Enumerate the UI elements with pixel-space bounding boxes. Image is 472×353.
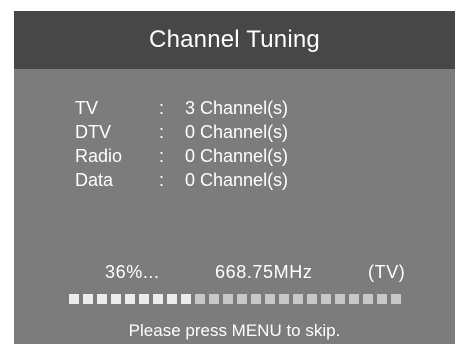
progress-segment: [209, 294, 219, 304]
progress-segment: [111, 294, 121, 304]
scan-percent: 36%...: [105, 262, 160, 282]
channel-type-label: Data: [75, 170, 114, 190]
progress-segment: [167, 294, 177, 304]
separator-colon: :: [159, 146, 165, 166]
progress-segment: [97, 294, 107, 304]
channel-count-value: 3 Channel(s): [185, 98, 289, 118]
progress-segment: [293, 294, 303, 304]
progress-segment: [363, 294, 373, 304]
progress-segment: [237, 294, 247, 304]
panel-title: Channel Tuning: [14, 11, 455, 69]
separator-colon: :: [159, 122, 165, 142]
channel-count-value: 0 Channel(s): [185, 146, 289, 166]
progress-segment: [195, 294, 205, 304]
separator-colon: :: [159, 170, 165, 190]
progress-segment: [223, 294, 233, 304]
channel-type-label: DTV: [75, 122, 111, 142]
progress-segment: [335, 294, 345, 304]
tuning-status-line: 36%... 668.75MHz (TV): [14, 260, 455, 284]
scan-progress-bar: [69, 294, 401, 304]
skip-hint: Please press MENU to skip.: [128, 321, 341, 340]
progress-segment: [139, 294, 149, 304]
progress-segment: [349, 294, 359, 304]
scan-frequency: 668.75MHz: [215, 262, 313, 282]
channel-type-label: TV: [75, 98, 99, 118]
progress-segment: [69, 294, 79, 304]
progress-segment: [181, 294, 191, 304]
progress-segment: [307, 294, 317, 304]
progress-segment: [265, 294, 275, 304]
separator-colon: :: [159, 98, 165, 118]
channel-count-value: 0 Channel(s): [185, 170, 289, 190]
channel-tuning-panel: Channel Tuning TV : 3 Channel(s) DTV : 0…: [14, 11, 455, 344]
scan-signal-type: (TV): [368, 262, 406, 282]
channel-count-value: 0 Channel(s): [185, 122, 289, 142]
channel-type-label: Radio: [75, 146, 123, 166]
progress-segment: [377, 294, 387, 304]
progress-segment: [321, 294, 331, 304]
progress-segment: [279, 294, 289, 304]
progress-segment: [83, 294, 93, 304]
progress-segment: [125, 294, 135, 304]
progress-segment: [153, 294, 163, 304]
progress-segment: [251, 294, 261, 304]
progress-segment: [391, 294, 401, 304]
